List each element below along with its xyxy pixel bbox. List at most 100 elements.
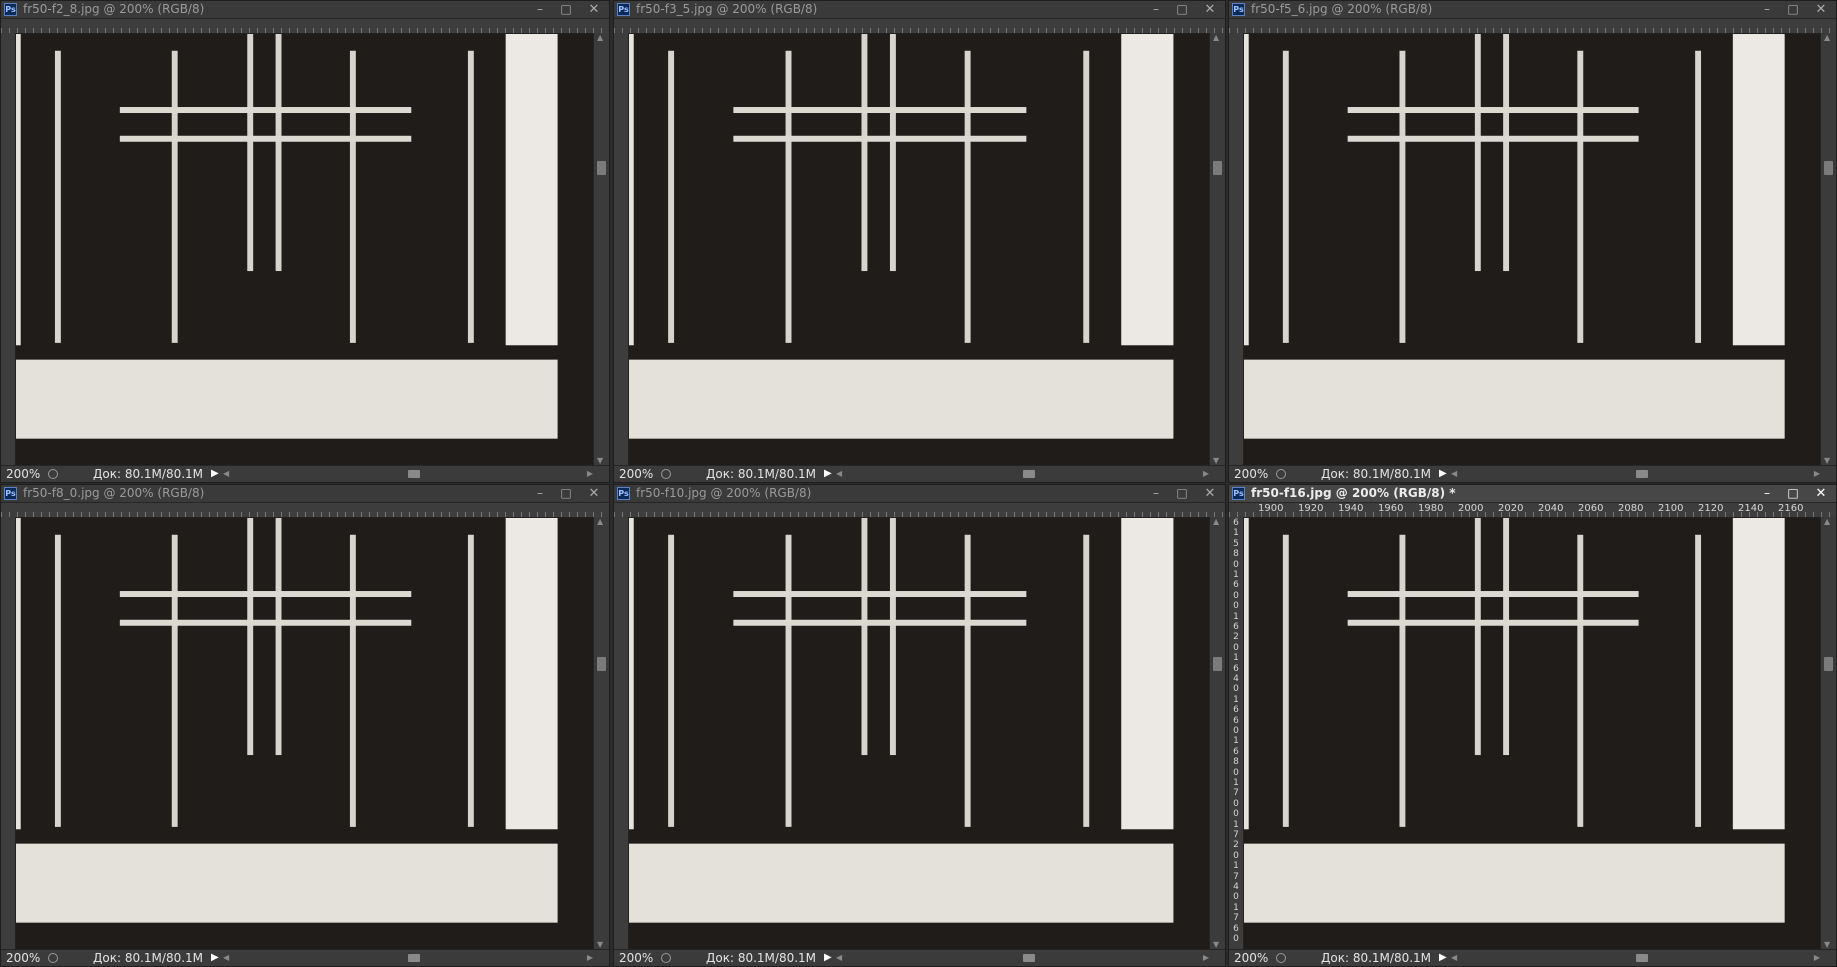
window-titlebar[interactable]: Ps fr50-f16.jpg @ 200% (RGB/8) * – □ ✕ [1229, 485, 1836, 503]
horizontal-scrollbar[interactable]: ◀ ▶ [836, 466, 1209, 482]
maximize-button[interactable]: □ [557, 2, 575, 17]
window-titlebar[interactable]: Ps fr50-f10.jpg @ 200% (RGB/8) – □ ✕ [614, 485, 1225, 503]
maximize-button[interactable]: □ [1784, 2, 1802, 17]
scroll-up-arrow[interactable]: ▲ [597, 33, 603, 42]
window-titlebar[interactable]: Ps fr50-f5_6.jpg @ 200% (RGB/8) – □ ✕ [1229, 1, 1836, 19]
zoom-level[interactable]: 200% [619, 950, 653, 966]
document-window[interactable]: Ps fr50-f10.jpg @ 200% (RGB/8) – □ ✕ ▲ ▼… [613, 484, 1226, 967]
scroll-right-arrow[interactable]: ▶ [1203, 950, 1209, 966]
vertical-scrollbar[interactable]: ▲ ▼ [593, 33, 609, 465]
status-menu-arrow-icon[interactable]: ▶ [1439, 466, 1447, 482]
vertical-ruler[interactable] [1, 33, 16, 465]
vertical-ruler[interactable] [1, 517, 16, 949]
scroll-left-arrow[interactable]: ◀ [836, 950, 842, 966]
vertical-ruler[interactable] [614, 517, 629, 949]
status-menu-arrow-icon[interactable]: ▶ [1439, 950, 1447, 966]
image-canvas[interactable] [629, 34, 1209, 465]
scroll-right-arrow[interactable]: ▶ [1203, 466, 1209, 482]
horizontal-ruler[interactable] [1229, 19, 1836, 34]
scroll-up-arrow[interactable]: ▲ [597, 517, 603, 526]
scroll-left-arrow[interactable]: ◀ [1451, 466, 1457, 482]
vertical-scroll-thumb[interactable] [1213, 657, 1222, 671]
document-window[interactable]: Ps fr50-f5_6.jpg @ 200% (RGB/8) – □ ✕ ▲ … [1228, 0, 1837, 483]
minimize-button[interactable]: – [1147, 2, 1165, 17]
horizontal-scrollbar[interactable]: ◀ ▶ [1451, 950, 1820, 966]
horizontal-scroll-thumb[interactable] [1635, 954, 1648, 962]
zoom-level[interactable]: 200% [619, 466, 653, 482]
maximize-button[interactable]: □ [557, 486, 575, 501]
image-canvas[interactable] [1244, 518, 1820, 949]
scroll-down-arrow[interactable]: ▼ [597, 456, 603, 465]
horizontal-ruler[interactable] [614, 503, 1225, 518]
vertical-scrollbar[interactable]: ▲ ▼ [1209, 33, 1225, 465]
scroll-left-arrow[interactable]: ◀ [1451, 950, 1457, 966]
scroll-down-arrow[interactable]: ▼ [1824, 456, 1830, 465]
horizontal-scroll-thumb[interactable] [408, 470, 420, 478]
horizontal-scrollbar[interactable]: ◀ ▶ [223, 950, 593, 966]
horizontal-scrollbar[interactable]: ◀ ▶ [1451, 466, 1820, 482]
scroll-left-arrow[interactable]: ◀ [836, 466, 842, 482]
vertical-ruler[interactable] [1229, 33, 1244, 465]
vertical-scroll-thumb[interactable] [1824, 161, 1833, 175]
document-window[interactable]: Ps fr50-f2_8.jpg @ 200% (RGB/8) – □ ✕ ▲ … [0, 0, 610, 483]
scroll-right-arrow[interactable]: ▶ [587, 950, 593, 966]
status-menu-arrow-icon[interactable]: ▶ [824, 950, 832, 966]
scroll-up-arrow[interactable]: ▲ [1213, 517, 1219, 526]
status-navigate-icon[interactable] [1276, 953, 1286, 963]
scroll-down-arrow[interactable]: ▼ [1213, 940, 1219, 949]
horizontal-scroll-thumb[interactable] [1635, 470, 1648, 478]
document-window[interactable]: Ps fr50-f3_5.jpg @ 200% (RGB/8) – □ ✕ ▲ … [613, 0, 1226, 483]
vertical-scrollbar[interactable]: ▲ ▼ [1820, 517, 1836, 949]
vertical-scrollbar[interactable]: ▲ ▼ [1820, 33, 1836, 465]
minimize-button[interactable]: – [1758, 2, 1776, 17]
horizontal-ruler[interactable] [614, 19, 1225, 34]
status-navigate-icon[interactable] [1276, 469, 1286, 479]
image-canvas[interactable] [16, 518, 593, 949]
close-button[interactable]: ✕ [1812, 486, 1830, 501]
close-button[interactable]: ✕ [1201, 2, 1219, 17]
horizontal-scroll-thumb[interactable] [408, 954, 420, 962]
vertical-scroll-thumb[interactable] [1213, 161, 1222, 175]
minimize-button[interactable]: – [1147, 486, 1165, 501]
image-canvas[interactable] [16, 34, 593, 465]
image-canvas[interactable] [1244, 34, 1820, 465]
scroll-up-arrow[interactable]: ▲ [1824, 517, 1830, 526]
horizontal-ruler[interactable] [1, 503, 609, 518]
close-button[interactable]: ✕ [585, 2, 603, 17]
scroll-right-arrow[interactable]: ▶ [1814, 950, 1820, 966]
window-titlebar[interactable]: Ps fr50-f3_5.jpg @ 200% (RGB/8) – □ ✕ [614, 1, 1225, 19]
status-menu-arrow-icon[interactable]: ▶ [824, 466, 832, 482]
minimize-button[interactable]: – [531, 2, 549, 17]
horizontal-ruler[interactable]: 1900 1920 1940 1960 1980 2000 2020 2040 2060 2080… [1229, 503, 1836, 518]
horizontal-scrollbar[interactable]: ◀ ▶ [836, 950, 1209, 966]
zoom-level[interactable]: 200% [6, 466, 40, 482]
scroll-down-arrow[interactable]: ▼ [597, 940, 603, 949]
scroll-right-arrow[interactable]: ▶ [587, 466, 593, 482]
scroll-up-arrow[interactable]: ▲ [1824, 33, 1830, 42]
vertical-scroll-thumb[interactable] [597, 161, 606, 175]
status-navigate-icon[interactable] [48, 469, 58, 479]
scroll-down-arrow[interactable]: ▼ [1213, 456, 1219, 465]
scroll-left-arrow[interactable]: ◀ [223, 950, 229, 966]
minimize-button[interactable]: – [1758, 486, 1776, 501]
zoom-level[interactable]: 200% [6, 950, 40, 966]
horizontal-scrollbar[interactable]: ◀ ▶ [223, 466, 593, 482]
maximize-button[interactable]: □ [1784, 486, 1802, 501]
horizontal-scroll-thumb[interactable] [1022, 954, 1035, 962]
vertical-scroll-thumb[interactable] [1824, 657, 1833, 671]
window-titlebar[interactable]: Ps fr50-f2_8.jpg @ 200% (RGB/8) – □ ✕ [1, 1, 609, 19]
horizontal-ruler[interactable] [1, 19, 609, 34]
image-canvas[interactable] [629, 518, 1209, 949]
document-window[interactable]: Ps fr50-f16.jpg @ 200% (RGB/8) * – □ ✕ 1… [1228, 484, 1837, 967]
close-button[interactable]: ✕ [1812, 2, 1830, 17]
maximize-button[interactable]: □ [1173, 486, 1191, 501]
vertical-scrollbar[interactable]: ▲ ▼ [1209, 517, 1225, 949]
status-menu-arrow-icon[interactable]: ▶ [211, 950, 219, 966]
close-button[interactable]: ✕ [585, 486, 603, 501]
status-navigate-icon[interactable] [48, 953, 58, 963]
maximize-button[interactable]: □ [1173, 2, 1191, 17]
scroll-left-arrow[interactable]: ◀ [223, 466, 229, 482]
vertical-scrollbar[interactable]: ▲ ▼ [593, 517, 609, 949]
zoom-level[interactable]: 200% [1234, 950, 1268, 966]
minimize-button[interactable]: – [531, 486, 549, 501]
